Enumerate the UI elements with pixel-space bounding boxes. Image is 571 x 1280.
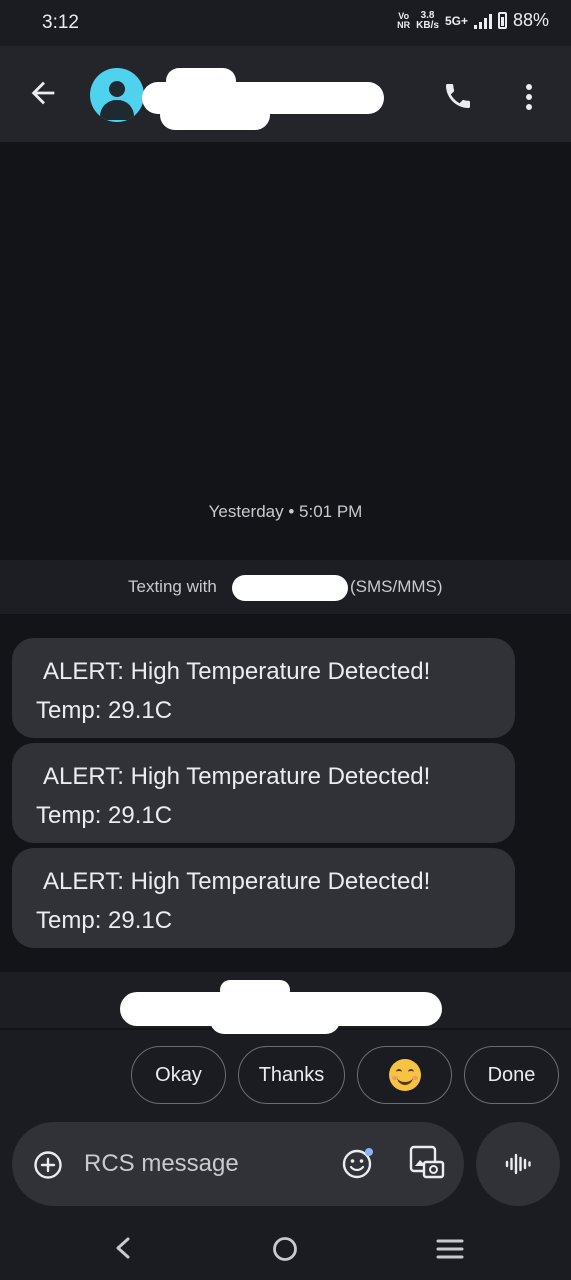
status-time: 3:12 (42, 12, 79, 33)
signal-icon (473, 13, 492, 29)
message-line: Temp: 29.1C (36, 907, 173, 934)
suggestion-chip-okay[interactable]: Okay (131, 1046, 226, 1104)
person-icon (109, 81, 125, 97)
suggestion-chip-emoji[interactable]: 😊 (357, 1046, 452, 1104)
gallery-icon[interactable] (408, 1144, 446, 1182)
nav-home-icon[interactable] (272, 1236, 298, 1262)
emoji-icon[interactable] (341, 1146, 375, 1180)
volte-indicator: Vo NR (397, 10, 411, 30)
status-icons: Vo NR 3.8 KB/s 5G+ 88% (397, 10, 549, 31)
back-arrow-icon[interactable] (26, 76, 60, 110)
message-timestamp: Yesterday • 5:01 PM (208, 502, 363, 521)
network-speed: 3.8 KB/s (416, 9, 439, 31)
texting-with-label: Texting with (128, 577, 217, 596)
suggestion-chip-done[interactable]: Done (464, 1046, 559, 1104)
message-bubble[interactable]: ALERT: High Temperature Detected! Temp: … (12, 638, 515, 738)
redacted-number (232, 575, 348, 601)
more-vert-icon[interactable] (520, 82, 538, 112)
battery-icon (497, 12, 507, 29)
message-input[interactable] (84, 1146, 324, 1182)
message-bubble[interactable]: ALERT: High Temperature Detected! Temp: … (12, 848, 515, 948)
voice-record-button[interactable] (476, 1122, 560, 1206)
phone-icon[interactable] (442, 80, 474, 112)
message-line: Temp: 29.1C (36, 697, 173, 724)
redacted-status-text (120, 978, 444, 1036)
message-line: Temp: 29.1C (36, 802, 173, 829)
message-line: ALERT: High Temperature Detected! (43, 658, 431, 685)
nav-back-icon[interactable] (112, 1236, 134, 1260)
contact-avatar[interactable] (90, 68, 144, 122)
message-bubble[interactable]: ALERT: High Temperature Detected! Temp: … (12, 743, 515, 843)
redacted-contact-name[interactable] (142, 66, 388, 132)
network-type: 5G+ (444, 13, 468, 28)
message-line: ALERT: High Temperature Detected! (43, 868, 431, 895)
smiling-face-icon (388, 1059, 421, 1091)
voice-waveform-icon (505, 1153, 531, 1175)
battery-percent: 88% (512, 10, 549, 30)
add-circle-icon[interactable] (33, 1150, 63, 1180)
suggestion-chip-thanks[interactable]: Thanks (238, 1046, 345, 1104)
texting-protocol: (SMS/MMS) (350, 577, 443, 596)
nav-recents-icon[interactable] (436, 1238, 464, 1260)
message-line: ALERT: High Temperature Detected! (43, 763, 431, 790)
